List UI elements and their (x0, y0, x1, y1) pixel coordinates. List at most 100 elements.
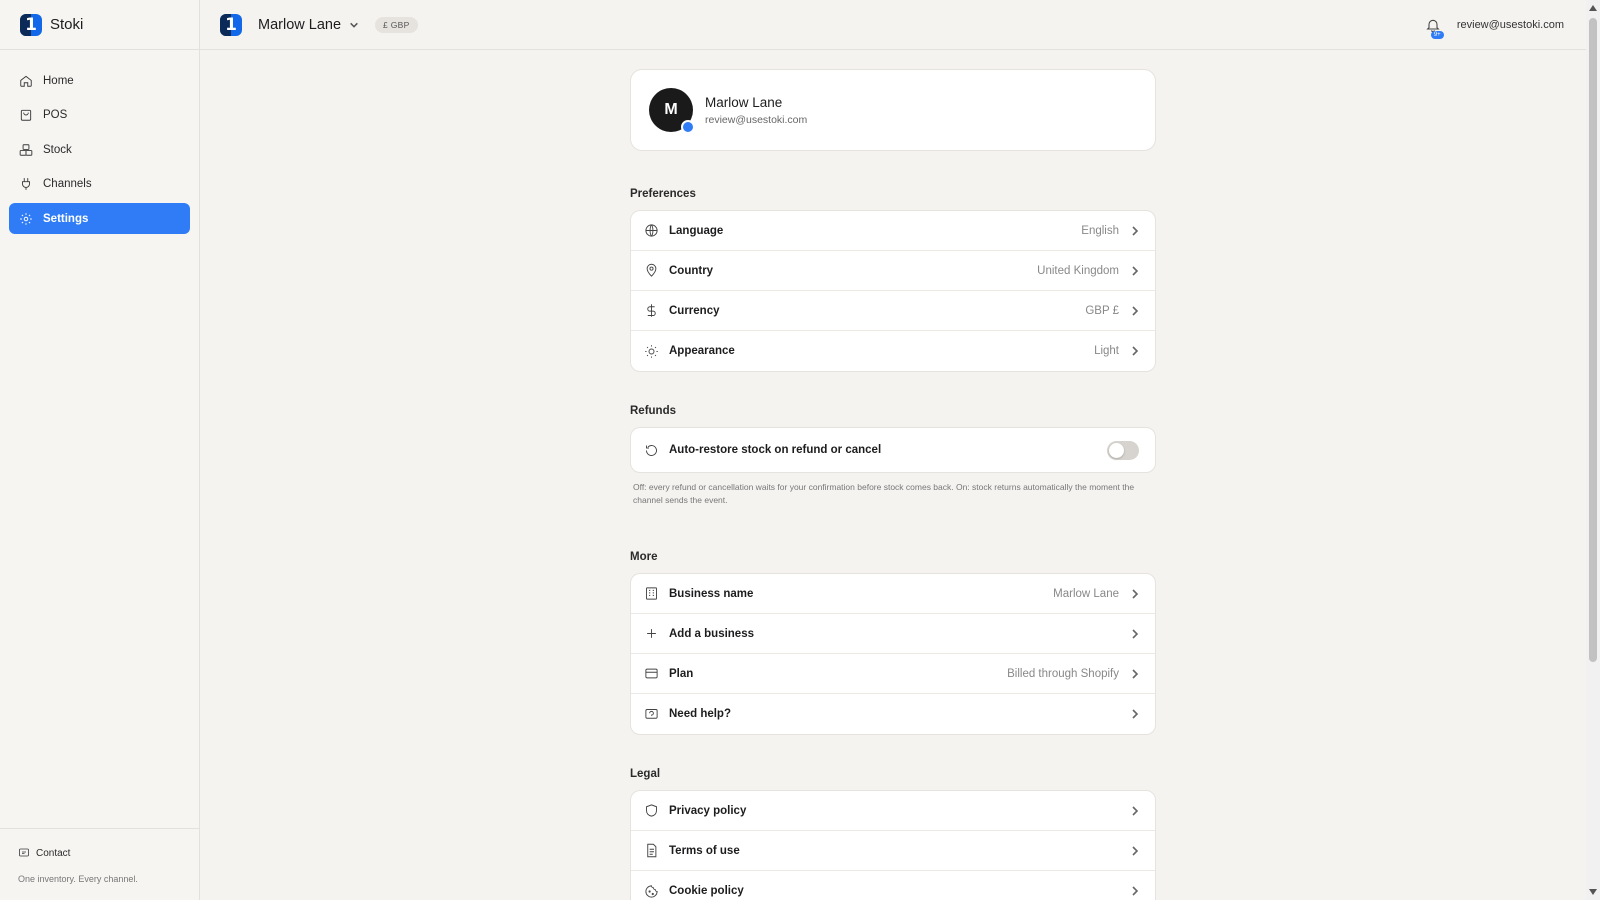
more-group: Business name Marlow Lane Add a business… (630, 573, 1156, 735)
document-icon (647, 843, 657, 858)
topbar-right: 9+ review@usestoki.com (1425, 0, 1564, 50)
cookie-icon (645, 884, 658, 898)
profile-name: Marlow Lane (705, 94, 783, 110)
refunds-note: Off: every refund or cancellation waits … (633, 482, 1135, 505)
sidebar-item-stock[interactable]: Stock (9, 134, 190, 165)
chat-icon (19, 848, 29, 857)
row-value: Marlow Lane (1053, 587, 1119, 600)
globe-icon (645, 224, 658, 237)
building-icon (646, 587, 657, 600)
store-logo-icon (220, 13, 242, 36)
row-label: Currency (669, 304, 720, 317)
row-label: Language (669, 224, 724, 237)
avatar: M (649, 88, 695, 134)
row-label: Appearance (669, 345, 735, 357)
profile-card[interactable]: M Marlow Lane review@usestoki.com (630, 69, 1156, 151)
legal-group: Privacy policy Terms of use Cookie polic… (630, 790, 1156, 900)
contact-label: Contact (36, 847, 71, 859)
section-title-refunds: Refunds (630, 405, 676, 417)
notifications-button[interactable]: 9+ (1425, 17, 1444, 39)
row-auto-restore: Auto-restore stock on refund or cancel (631, 428, 1155, 472)
sidebar-item-label: Settings (43, 212, 89, 225)
scroll-thumb[interactable] (1589, 18, 1597, 662)
shield-icon (646, 804, 657, 817)
chevron-right-icon (1132, 265, 1139, 276)
page-scrollbar[interactable] (1586, 0, 1600, 900)
map-pin-icon (646, 263, 657, 277)
home-icon (20, 75, 32, 87)
row-country[interactable]: Country United Kingdom (631, 251, 1155, 291)
avatar-badge-icon (681, 120, 695, 134)
section-title-more: More (630, 551, 658, 563)
auto-restore-toggle[interactable] (1107, 440, 1139, 460)
tagline: One inventory. Every channel. (18, 874, 138, 884)
row-terms-of-use[interactable]: Terms of use (631, 831, 1155, 871)
toggle-knob (1109, 442, 1124, 458)
row-value: GBP £ (1085, 304, 1119, 317)
row-label: Terms of use (669, 844, 740, 857)
preferences-group: Language English Country United Kingdom … (630, 210, 1156, 372)
row-label: Add a business (669, 627, 754, 640)
row-need-help[interactable]: Need help? (631, 694, 1155, 734)
boxes-icon (19, 143, 33, 156)
sidebar-item-settings[interactable]: Settings (9, 203, 190, 234)
row-business-name[interactable]: Business name Marlow Lane (631, 574, 1155, 614)
row-label: Cookie policy (669, 885, 744, 897)
row-label: Auto-restore stock on refund or cancel (669, 444, 882, 456)
row-plan[interactable]: Plan Billed through Shopify (631, 654, 1155, 694)
chevron-right-icon (1132, 845, 1139, 856)
row-privacy-policy[interactable]: Privacy policy (631, 791, 1155, 831)
sidebar-item-pos[interactable]: POS (9, 100, 190, 131)
brand[interactable]: Stoki (0, 0, 199, 50)
settings-content: M Marlow Lane review@usestoki.com Prefer… (630, 69, 1156, 900)
row-label: Need help? (669, 708, 731, 720)
chevron-right-icon (1132, 668, 1139, 679)
refresh-icon (646, 444, 657, 456)
scroll-down-arrow-icon[interactable] (1589, 889, 1597, 895)
sidebar-item-home[interactable]: Home (9, 65, 190, 96)
chat-icon (645, 708, 658, 719)
store-switcher[interactable]: Marlow Lane (258, 17, 341, 33)
row-value: Billed through Shopify (1007, 667, 1119, 680)
chevron-right-icon (1132, 886, 1139, 896)
chevron-right-icon (1132, 709, 1139, 719)
row-add-business[interactable]: Add a business (631, 614, 1155, 654)
sidebar-item-channels[interactable]: Channels (9, 169, 190, 200)
chevron-right-icon (1132, 305, 1139, 316)
sidebar-item-label: POS (43, 109, 68, 121)
row-label: Plan (669, 667, 694, 680)
row-language[interactable]: Language English (631, 211, 1155, 251)
section-title-legal: Legal (630, 768, 661, 780)
row-value: United Kingdom (1037, 264, 1119, 277)
row-currency[interactable]: Currency GBP £ (631, 291, 1155, 331)
sidebar: Stoki Home POS Stock Channels Settings C… (0, 0, 200, 900)
chevron-right-icon (1132, 225, 1139, 236)
bag-icon (20, 109, 32, 121)
dollar-icon (647, 304, 656, 317)
profile-email: review@usestoki.com (705, 113, 808, 126)
row-label: Privacy policy (669, 804, 747, 817)
contact-link[interactable]: Contact (18, 847, 199, 859)
user-email[interactable]: review@usestoki.com (1457, 19, 1564, 31)
gear-icon (20, 212, 32, 225)
stoki-logo-icon (20, 13, 42, 36)
sidebar-item-label: Channels (43, 178, 92, 190)
plug-icon (22, 178, 30, 190)
card-icon (645, 668, 658, 679)
row-value: English (1081, 224, 1119, 237)
chevron-down-icon[interactable] (349, 20, 359, 30)
currency-badge: £ GBP (375, 16, 418, 33)
sidebar-nav: Home POS Stock Channels Settings (0, 50, 199, 234)
scroll-up-arrow-icon[interactable] (1589, 5, 1597, 11)
sidebar-footer: Contact One inventory. Every channel. (0, 828, 199, 900)
row-appearance[interactable]: Appearance Light (631, 331, 1155, 371)
notification-count-badge: 9+ (1430, 31, 1444, 39)
row-cookie-policy[interactable]: Cookie policy (631, 871, 1155, 900)
sun-icon (645, 344, 658, 358)
chevron-right-icon (1132, 346, 1139, 356)
refunds-group: Auto-restore stock on refund or cancel (630, 427, 1156, 473)
chevron-right-icon (1132, 805, 1139, 816)
row-label: Country (669, 264, 714, 277)
chevron-right-icon (1132, 628, 1139, 639)
avatar-initial: M (664, 101, 678, 118)
